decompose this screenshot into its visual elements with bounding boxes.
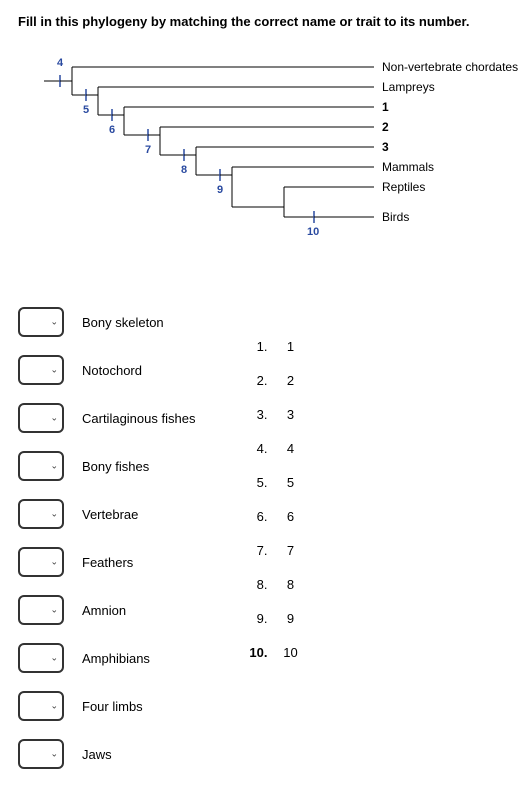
node-6: 6 <box>109 124 115 136</box>
tip-reptiles: Reptiles <box>382 180 425 194</box>
node-5: 5 <box>83 104 89 116</box>
key-val: 4 <box>275 441 305 456</box>
trait-label: Bony skeleton <box>82 315 164 330</box>
trait-select-notochord[interactable] <box>18 355 64 385</box>
matching-section: ⌄ Bony skeleton ⌄ Notochord ⌄ Cartilagin… <box>18 307 510 787</box>
key-val: 10 <box>275 645 305 660</box>
key-num: 1. <box>235 339 267 354</box>
trait-row-feathers: ⌄ Feathers <box>18 547 195 577</box>
key-num: 4. <box>235 441 267 456</box>
tip-1: 1 <box>382 100 389 114</box>
tip-lampreys: Lampreys <box>382 80 435 94</box>
key-row: 10.10 <box>235 645 305 660</box>
trait-row-notochord: ⌄ Notochord <box>18 355 195 385</box>
node-4: 4 <box>57 57 63 69</box>
key-num: 2. <box>235 373 267 388</box>
trait-select-four-limbs[interactable] <box>18 691 64 721</box>
trait-select-jaws[interactable] <box>18 739 64 769</box>
tip-2: 2 <box>382 120 389 134</box>
tip-3: 3 <box>382 140 389 154</box>
instruction-text: Fill in this phylogeny by matching the c… <box>18 14 510 29</box>
trait-label: Notochord <box>82 363 142 378</box>
key-row: 4.4 <box>235 441 305 456</box>
key-val: 2 <box>275 373 305 388</box>
key-row: 9.9 <box>235 611 305 626</box>
node-10: 10 <box>307 226 319 238</box>
trait-label: Amnion <box>82 603 126 618</box>
key-val: 7 <box>275 543 305 558</box>
key-num: 7. <box>235 543 267 558</box>
key-val: 6 <box>275 509 305 524</box>
key-row: 8.8 <box>235 577 305 592</box>
key-val: 9 <box>275 611 305 626</box>
tip-nonvertebrate: Non-vertebrate chordates <box>382 60 518 74</box>
key-row: 3.3 <box>235 407 305 422</box>
trait-select-cartilaginous-fishes[interactable] <box>18 403 64 433</box>
key-val: 8 <box>275 577 305 592</box>
trait-row-cartilaginous-fishes: ⌄ Cartilaginous fishes <box>18 403 195 433</box>
node-7: 7 <box>145 144 151 156</box>
phylogeny-diagram: Non-vertebrate chordates Lampreys 1 2 3 … <box>24 47 504 267</box>
trait-label: Feathers <box>82 555 133 570</box>
trait-select-vertebrae[interactable] <box>18 499 64 529</box>
key-row: 1.1 <box>235 339 305 354</box>
node-9: 9 <box>217 184 223 196</box>
trait-label: Jaws <box>82 747 112 762</box>
trait-select-amphibians[interactable] <box>18 643 64 673</box>
key-num: 3. <box>235 407 267 422</box>
trait-select-amnion[interactable] <box>18 595 64 625</box>
key-row: 6.6 <box>235 509 305 524</box>
trait-label: Bony fishes <box>82 459 149 474</box>
trait-select-bony-fishes[interactable] <box>18 451 64 481</box>
key-row: 5.5 <box>235 475 305 490</box>
trait-row-jaws: ⌄ Jaws <box>18 739 195 769</box>
trait-row-amphibians: ⌄ Amphibians <box>18 643 195 673</box>
trait-select-feathers[interactable] <box>18 547 64 577</box>
key-num: 8. <box>235 577 267 592</box>
key-num: 5. <box>235 475 267 490</box>
key-num: 6. <box>235 509 267 524</box>
trait-row-amnion: ⌄ Amnion <box>18 595 195 625</box>
trait-row-vertebrae: ⌄ Vertebrae <box>18 499 195 529</box>
trait-select-bony-skeleton[interactable] <box>18 307 64 337</box>
key-row: 7.7 <box>235 543 305 558</box>
key-num: 9. <box>235 611 267 626</box>
trait-row-bony-fishes: ⌄ Bony fishes <box>18 451 195 481</box>
key-val: 3 <box>275 407 305 422</box>
trait-row-four-limbs: ⌄ Four limbs <box>18 691 195 721</box>
tip-mammals: Mammals <box>382 160 434 174</box>
answer-key-column: 1.1 2.2 3.3 4.4 5.5 6.6 7.7 8.8 9.9 10.1… <box>235 307 305 787</box>
trait-label: Cartilaginous fishes <box>82 411 195 426</box>
trait-row-bony-skeleton: ⌄ Bony skeleton <box>18 307 195 337</box>
trait-label: Four limbs <box>82 699 143 714</box>
trait-label: Amphibians <box>82 651 150 666</box>
key-row: 2.2 <box>235 373 305 388</box>
key-val: 5 <box>275 475 305 490</box>
tip-birds: Birds <box>382 210 409 224</box>
trait-label: Vertebrae <box>82 507 138 522</box>
node-8: 8 <box>181 164 187 176</box>
key-num: 10. <box>235 645 267 660</box>
key-val: 1 <box>275 339 305 354</box>
traits-column: ⌄ Bony skeleton ⌄ Notochord ⌄ Cartilagin… <box>18 307 195 787</box>
